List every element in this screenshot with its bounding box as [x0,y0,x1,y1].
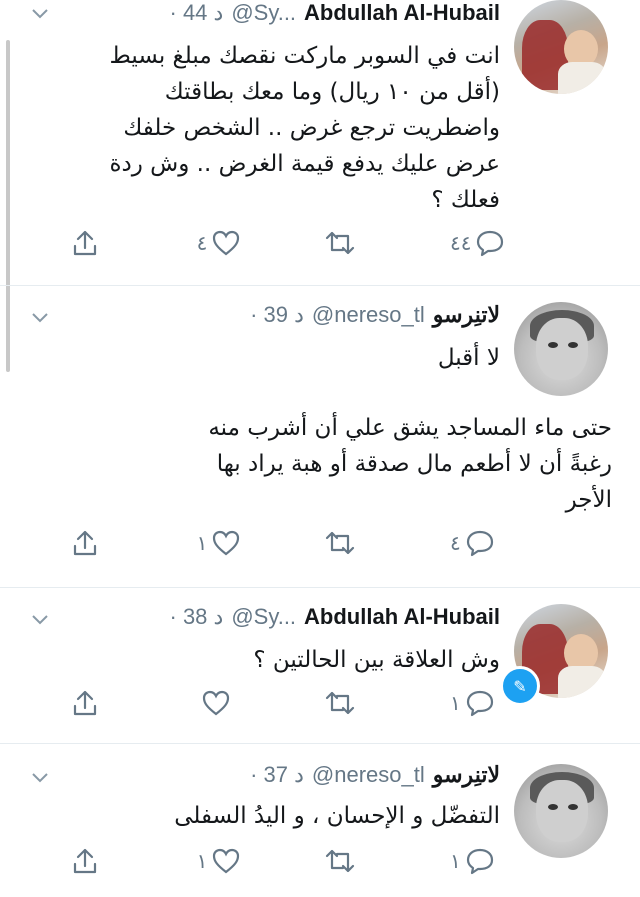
tweet-handle[interactable]: @nereso_tl [312,302,425,328]
tweet-time: · 44 د [169,0,224,25]
chevron-down-icon[interactable] [30,768,50,788]
retweet-button[interactable] [323,846,383,876]
chevron-down-icon[interactable] [30,4,50,24]
tweet-author-name[interactable]: لاتنِرسو [433,302,500,328]
like-button[interactable]: ١ [197,528,257,558]
reply-count: ٤ [449,531,461,555]
tweet-time: · 38 د [169,604,224,629]
tweet[interactable]: ✎ · 38 د @Sy... Abdullah Al-Hubail وش ال… [0,588,640,744]
retweet-icon [326,849,355,873]
tweet-text: التفضّل و الإحسان ، و اليدُ السفلى [174,803,500,829]
like-count: ١ [196,531,208,555]
tweet-text: وش العلاقة بين الحالتين ؟ [253,647,500,673]
share-button[interactable] [70,688,130,718]
tweet-time: · 37 د [250,762,304,787]
like-button[interactable]: ٤ [197,228,257,258]
retweet-icon [326,691,355,715]
share-button[interactable] [70,528,130,558]
reply-icon [477,230,504,257]
avatar[interactable] [514,764,608,858]
reply-button[interactable]: ٤٤ [450,228,510,258]
like-button[interactable] [197,688,257,718]
tweet[interactable]: · 37 د @nereso_tl لاتنِرسو التفضّل و الإ… [0,744,640,897]
chevron-down-icon[interactable] [30,308,50,328]
like-icon [202,690,229,716]
tweet-time: · 39 د [250,302,304,327]
like-count: ٤ [196,231,208,255]
tweet-author-name[interactable]: لاتنِرسو [433,762,500,788]
retweet-button[interactable] [323,528,383,558]
tweet-text: لا أقبل [437,345,500,371]
tweet-author-name[interactable]: Abdullah Al-Hubail [304,604,500,630]
retweet-button[interactable] [323,228,383,258]
retweet-button[interactable] [323,688,383,718]
share-icon [73,690,97,716]
like-icon [213,848,240,874]
share-button[interactable] [70,228,130,258]
share-button[interactable] [70,846,130,876]
share-icon [73,230,97,256]
like-count: ١ [196,849,208,873]
reply-button[interactable]: ١ [450,846,510,876]
tweet-text-continued: حتى ماء المساجد يشق علي أن أشرب منه رغبة… [208,415,612,513]
tweet-handle[interactable]: @nereso_tl [312,762,425,788]
avatar[interactable] [514,302,608,396]
retweet-icon [326,531,355,555]
like-icon [213,230,240,256]
tweet-author-name[interactable]: Abdullah Al-Hubail [304,0,500,26]
reply-button[interactable]: ٤ [450,528,510,558]
reply-icon [466,690,493,717]
tweet-handle[interactable]: @Sy... [231,604,296,630]
like-icon [213,530,240,556]
reply-count: ١ [449,691,461,715]
reply-icon [466,848,493,875]
tweet[interactable]: · 39 د @nereso_tl لاتنِرسو لا أقبل حتى م… [0,286,640,588]
reply-count: ١ [449,849,461,873]
tweet-handle[interactable]: @Sy... [231,0,296,26]
reply-count: ٤٤ [449,231,472,255]
avatar[interactable] [514,0,608,94]
tweet[interactable]: · 44 د @Sy... Abdullah Al-Hubail انت في … [0,0,640,286]
share-icon [73,848,97,874]
chevron-down-icon[interactable] [30,610,50,630]
like-button[interactable]: ١ [197,846,257,876]
tweet-text: انت في السوبر ماركت نقصك مبلغ بسيط (أقل … [109,43,500,213]
share-icon [73,530,97,556]
reply-icon [466,530,493,557]
retweet-icon [326,231,355,255]
reply-button[interactable]: ١ [450,688,510,718]
